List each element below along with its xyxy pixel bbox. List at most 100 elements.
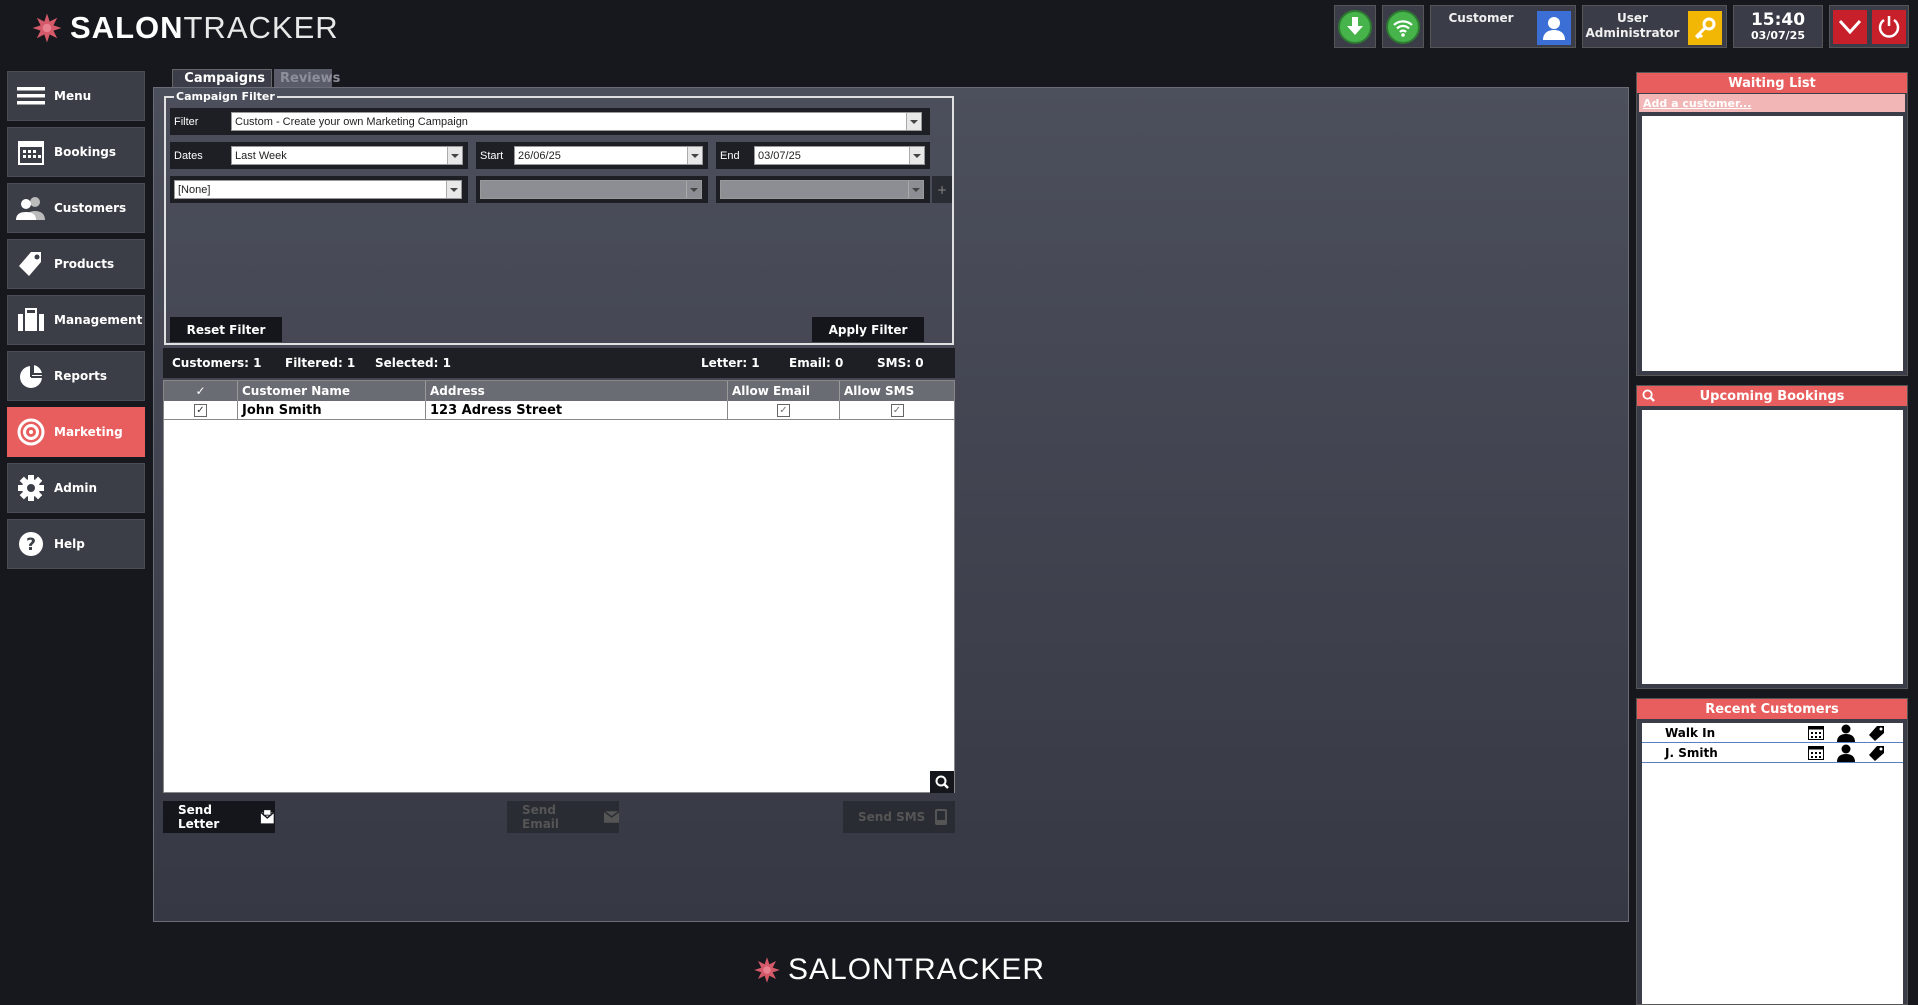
recent-customers-list: Walk In J. Smith: [1642, 723, 1903, 1004]
person-icon[interactable]: [1837, 744, 1855, 762]
sidebar-item-label: Menu: [54, 89, 92, 103]
minimize-chevron-icon[interactable]: [1833, 10, 1867, 44]
apply-filter-button[interactable]: Apply Filter: [812, 317, 924, 342]
search-icon[interactable]: [1642, 389, 1655, 402]
calendar-icon[interactable]: [1808, 745, 1824, 760]
waiting-list-panel: Waiting List Add a customer...: [1636, 72, 1908, 376]
start-date-value: 26/06/25: [518, 149, 561, 162]
filtered-count: Filtered: 1: [285, 356, 356, 370]
list-item[interactable]: Walk In: [1642, 723, 1903, 743]
key-icon: [1688, 11, 1722, 45]
end-row: End 03/07/25: [716, 142, 930, 169]
calendar-icon[interactable]: [1808, 725, 1824, 740]
wifi-button[interactable]: [1382, 5, 1424, 48]
sidebar-item-label: Help: [54, 537, 85, 551]
send-letter-label: Send Letter: [178, 803, 220, 831]
chevron-down-icon: [446, 181, 461, 198]
criteria-value-select[interactable]: [720, 180, 924, 199]
end-date-value: 03/07/25: [758, 149, 801, 162]
stats-bar: Customers: 1 Filtered: 1 Selected: 1 Let…: [163, 348, 955, 378]
sidebar-item-label: Customers: [54, 201, 127, 215]
column-header-address[interactable]: Address: [426, 381, 728, 401]
sidebar-item-label: Marketing: [54, 425, 123, 439]
upcoming-bookings-body: [1642, 410, 1903, 684]
sidebar-item-products[interactable]: Products: [7, 239, 145, 289]
sidebar-item-management[interactable]: Management: [7, 295, 145, 345]
column-header-allow-email[interactable]: Allow Email: [728, 381, 840, 401]
allow-sms-checkbox[interactable]: ✓: [890, 404, 904, 417]
sidebar-item-label: Admin: [54, 481, 98, 495]
filter-label: Filter: [174, 115, 199, 128]
sidebar-item-marketing[interactable]: Marketing: [7, 407, 145, 457]
user-button[interactable]: User Administrator: [1582, 5, 1727, 48]
row-address: 123 Adress Street: [426, 401, 728, 420]
dates-select[interactable]: Last Week: [231, 146, 463, 165]
end-date-select[interactable]: 03/07/25: [754, 146, 925, 165]
send-letter-button[interactable]: Send Letter: [163, 801, 275, 833]
chevron-down-icon: [687, 147, 702, 164]
row-customer-name: John Smith: [238, 401, 426, 420]
salon-flower-icon: [32, 13, 62, 43]
sidebar-item-reports[interactable]: Reports: [7, 351, 145, 401]
campaign-filter-legend: Campaign Filter: [174, 90, 277, 103]
dates-select-value: Last Week: [235, 149, 287, 162]
brand-name: SALONTRACKER: [70, 10, 339, 45]
tab-reviews[interactable]: Reviews: [274, 69, 340, 87]
salon-flower-icon: [754, 957, 780, 983]
tab-campaigns[interactable]: Campaigns: [172, 69, 272, 87]
reset-filter-button[interactable]: Reset Filter: [170, 317, 282, 342]
sms-count: SMS: 0: [877, 356, 924, 370]
list-item[interactable]: J. Smith: [1642, 743, 1903, 763]
people-icon: [8, 196, 54, 220]
criteria-operator-select[interactable]: [480, 180, 702, 199]
start-date-select[interactable]: 26/06/25: [514, 146, 703, 165]
criteria-select[interactable]: [None]: [174, 180, 462, 199]
download-button[interactable]: [1334, 5, 1376, 48]
select-all-header[interactable]: ✓: [164, 381, 238, 401]
end-label: End: [720, 149, 740, 162]
column-header-name[interactable]: Customer Name: [238, 381, 426, 401]
customer-button[interactable]: Customer: [1430, 5, 1576, 48]
sidebar-item-customers[interactable]: Customers: [7, 183, 145, 233]
criteria-operator-row: [476, 176, 708, 203]
brand-name: SALONTRACKER: [788, 953, 1046, 986]
sidebar-item-label: Products: [54, 257, 115, 271]
send-sms-button[interactable]: Send SMS: [843, 801, 955, 833]
filter-select[interactable]: Custom - Create your own Marketing Campa…: [231, 112, 922, 131]
hamburger-icon: [8, 85, 54, 107]
recent-customers-panel: Recent Customers Walk In J. Smith: [1636, 698, 1908, 1005]
sidebar-item-bookings[interactable]: Bookings: [7, 127, 145, 177]
sidebar-item-label: Management: [54, 313, 143, 327]
upcoming-bookings-panel: Upcoming Bookings: [1636, 385, 1908, 689]
allow-email-checkbox[interactable]: ✓: [777, 404, 790, 417]
wifi-icon: [1386, 9, 1420, 44]
person-icon[interactable]: [1837, 724, 1855, 742]
add-criteria-button[interactable]: +: [932, 176, 952, 203]
send-email-button[interactable]: Send Email: [507, 801, 619, 833]
zoom-button[interactable]: [930, 771, 954, 793]
tag-icon[interactable]: [1869, 725, 1885, 741]
add-customer-link[interactable]: Add a customer...: [1639, 94, 1905, 112]
chevron-down-icon: [908, 181, 923, 198]
row-select-checkbox[interactable]: ✓: [194, 404, 207, 417]
table-row[interactable]: ✓ John Smith 123 Adress Street ✓ ✓: [164, 401, 954, 420]
calendar-icon: [8, 139, 54, 165]
clock-date: 03/07/25: [1751, 29, 1805, 42]
sidebar-item-admin[interactable]: Admin: [7, 463, 145, 513]
sidebar-item-menu[interactable]: Menu: [7, 71, 145, 121]
dates-label: Dates: [174, 149, 203, 162]
send-sms-label: Send SMS: [858, 810, 926, 824]
waiting-list-body: [1642, 116, 1903, 371]
clock-display: 15:40 03/07/25: [1733, 5, 1823, 48]
tag-icon[interactable]: [1869, 745, 1885, 761]
upcoming-bookings-title: Upcoming Bookings: [1699, 388, 1845, 404]
column-header-allow-sms[interactable]: Allow SMS: [840, 381, 954, 401]
criteria-row: [None]: [170, 176, 468, 203]
sidebar-item-help[interactable]: ? Help: [7, 519, 145, 569]
selected-count: Selected: 1: [375, 356, 451, 370]
power-icon[interactable]: [1872, 10, 1906, 44]
phone-icon: [935, 809, 948, 825]
chevron-down-icon: [906, 113, 921, 130]
criteria-value-row: [716, 176, 930, 203]
email-count: Email: 0: [789, 356, 844, 370]
